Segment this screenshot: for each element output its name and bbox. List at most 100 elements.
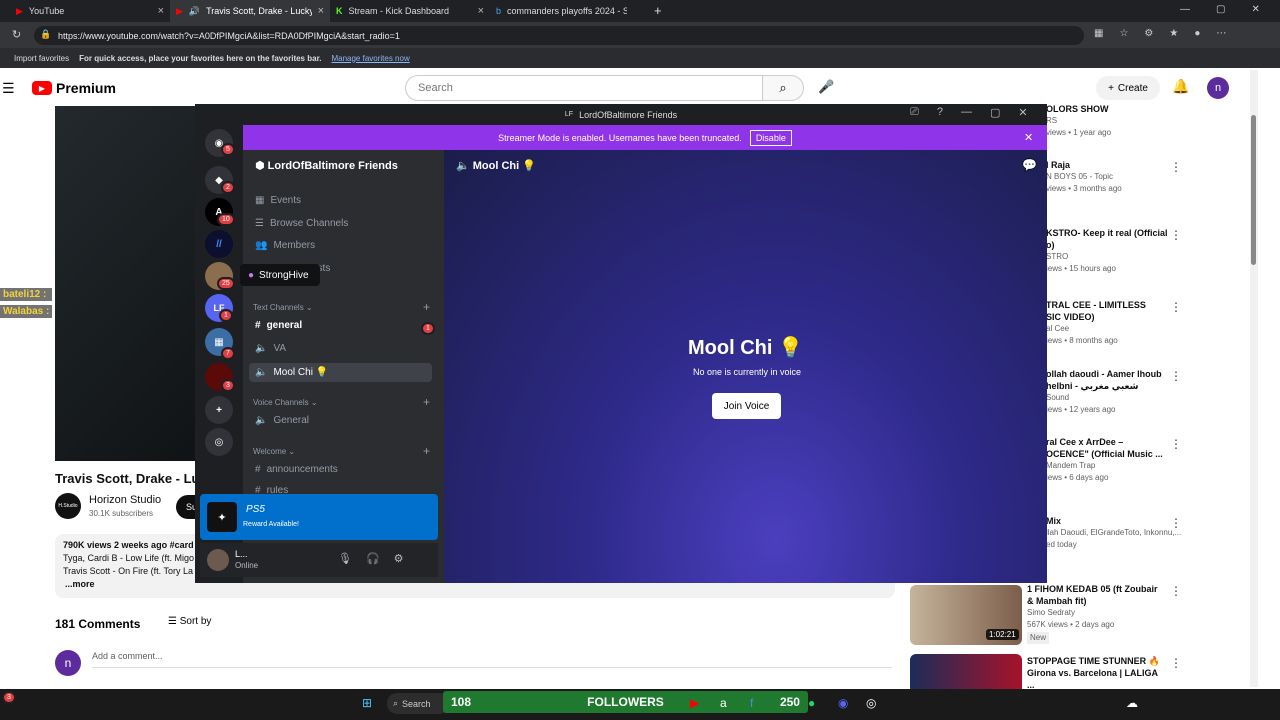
search-button[interactable]: ⌕ bbox=[762, 75, 804, 101]
more-icon[interactable]: ⋯ bbox=[1216, 28, 1226, 39]
headphones-icon[interactable]: 🎧 bbox=[366, 552, 380, 565]
rec-thumbnail[interactable] bbox=[910, 654, 1022, 694]
profile-icon[interactable]: ● bbox=[1194, 28, 1200, 39]
amazon-icon[interactable]: a bbox=[720, 696, 727, 710]
spotify-icon[interactable]: ● bbox=[808, 696, 815, 710]
help-icon[interactable]: ? bbox=[937, 106, 943, 119]
favorites-bar: Import favorites For quick access, place… bbox=[0, 48, 1280, 68]
import-favorites[interactable]: Import favorites bbox=[14, 54, 69, 63]
server-shield-icon: ⬢ bbox=[255, 160, 268, 172]
maximize-icon[interactable]: ▢ bbox=[990, 106, 1000, 119]
join-voice-button[interactable]: Join Voice bbox=[712, 393, 781, 419]
youtube-icon: ▶ bbox=[16, 5, 23, 16]
rec-item[interactable]: ral Cee x ArrDee – OCENCE" (Official Musi… bbox=[1046, 436, 1186, 484]
more-options-icon[interactable]: ⋮ bbox=[1170, 160, 1182, 174]
bing-icon: b bbox=[496, 6, 502, 16]
rec-item[interactable]: 1 FIHOM KEDAB 05 (ft Zoubair & Mambah fit… bbox=[1027, 583, 1167, 644]
close-icon[interactable]: × bbox=[478, 5, 484, 17]
channel-avatar[interactable]: H.Studio bbox=[55, 493, 81, 519]
add-channel-icon[interactable]: + bbox=[423, 395, 430, 409]
more-options-icon[interactable]: ⋮ bbox=[1170, 584, 1182, 598]
sort-by-button[interactable]: ☰ Sort by bbox=[168, 616, 211, 627]
app-icon[interactable]: ◎ bbox=[866, 696, 876, 710]
tab-bing-search[interactable]: b commanders playoffs 2024 - Sea bbox=[490, 0, 650, 22]
refresh-icon[interactable]: ↻ bbox=[12, 28, 21, 41]
notification-badge: 3 bbox=[221, 379, 235, 392]
new-tab-button[interactable]: + bbox=[654, 3, 662, 18]
hamburger-menu-icon[interactable]: ☰ bbox=[2, 80, 15, 97]
server-icon[interactable]: // bbox=[205, 230, 233, 258]
more-options-icon[interactable]: ⋮ bbox=[1170, 656, 1182, 670]
chat-bubble-icon[interactable]: 💬 bbox=[1022, 158, 1037, 172]
star-icon[interactable]: ☆ bbox=[1119, 28, 1128, 39]
category-text-channels[interactable]: Text Channels ⌄ bbox=[253, 303, 313, 312]
minimize-icon[interactable]: — bbox=[961, 106, 972, 119]
rec-item[interactable]: KSTRO- Keep it real (Official o) STRO iews … bbox=[1046, 227, 1186, 275]
more-options-icon[interactable]: ⋮ bbox=[1170, 300, 1182, 314]
add-channel-icon[interactable]: + bbox=[423, 300, 430, 314]
url-input[interactable]: https://www.youtube.com/watch?v=A0DfPIMg… bbox=[34, 26, 1084, 45]
youtube-icon[interactable]: ▶ bbox=[690, 696, 699, 710]
add-server-icon[interactable]: + bbox=[205, 396, 233, 424]
facebook-icon[interactable]: f bbox=[750, 696, 753, 710]
close-icon[interactable]: × bbox=[318, 5, 324, 17]
more-options-icon[interactable]: ⋮ bbox=[1170, 369, 1182, 383]
rec-item[interactable]: TRAL CEE - LIMITLESS SIC VIDEO) al Cee iews… bbox=[1046, 299, 1186, 347]
favorites-icon[interactable]: ★ bbox=[1169, 28, 1178, 39]
close-banner-icon[interactable]: ✕ bbox=[1024, 131, 1033, 144]
channel-announcements[interactable]: # announcements bbox=[255, 464, 338, 475]
close-icon[interactable]: × bbox=[158, 5, 164, 17]
user-avatar[interactable]: n bbox=[1207, 77, 1229, 99]
maximize-icon[interactable]: ▢ bbox=[1216, 4, 1225, 15]
nav-events[interactable]: ▦ Events bbox=[255, 195, 301, 206]
rec-item[interactable]: Mix llah Daoudi, ElGrandeToto, Inkonnu,..… bbox=[1046, 515, 1186, 551]
more-options-icon[interactable]: ⋮ bbox=[1170, 516, 1182, 530]
bell-icon[interactable]: 🔔 bbox=[1172, 78, 1189, 95]
tab-travis-scott[interactable]: ▶ 🔊 Travis Scott, Drake - Lucky Y × bbox=[170, 0, 330, 22]
user-avatar[interactable] bbox=[207, 549, 229, 571]
more-options-icon[interactable]: ⋮ bbox=[1170, 228, 1182, 242]
rec-item[interactable]: l Raja N BOYS 05 - Topic views • 3 months … bbox=[1046, 159, 1186, 195]
nav-browse-channels[interactable]: ☰ Browse Channels bbox=[255, 218, 348, 229]
rec-item[interactable]: STOPPAGE TIME STUNNER 🔥 Girona vs. Barcel… bbox=[1027, 655, 1167, 691]
rec-item[interactable]: ollah daoudi - Aamer lhoub helbni - شعبي … bbox=[1046, 368, 1186, 416]
settings-gear-icon[interactable]: ⚙ bbox=[394, 552, 404, 565]
rec-item[interactable]: OLORS SHOW RS views • 1 year ago bbox=[1046, 103, 1186, 139]
explore-icon[interactable]: ◎ bbox=[205, 428, 233, 456]
mic-icon[interactable]: 🎤 bbox=[818, 79, 834, 95]
minimize-icon[interactable]: — bbox=[1180, 4, 1190, 15]
tab-kick-dashboard[interactable]: K Stream - Kick Dashboard × bbox=[330, 0, 490, 22]
followers-current: 108 bbox=[451, 695, 472, 709]
channel-va[interactable]: 🔈 VA bbox=[255, 343, 286, 354]
channel-general-voice[interactable]: 🔈 General bbox=[255, 415, 309, 426]
server-name[interactable]: ⬢ LordOfBaltimore Friends⌄ bbox=[255, 159, 457, 172]
windows-start-icon[interactable]: ⊞ bbox=[362, 696, 372, 710]
close-icon[interactable]: ✕ bbox=[1018, 106, 1027, 119]
create-button[interactable]: + Create bbox=[1096, 76, 1160, 100]
extensions-icon[interactable]: ⚙ bbox=[1144, 28, 1153, 39]
close-window-icon[interactable]: ✕ bbox=[1251, 4, 1259, 15]
category-voice-channels[interactable]: Voice Channels ⌄ bbox=[253, 398, 318, 407]
disable-button[interactable]: Disable bbox=[749, 129, 792, 146]
add-comment-input[interactable]: Add a comment... bbox=[92, 651, 892, 668]
search-input[interactable]: Search bbox=[405, 75, 763, 101]
manage-favorites-link[interactable]: Manage favorites now bbox=[331, 54, 409, 63]
channel-general[interactable]: # general bbox=[255, 320, 302, 331]
inbox-icon[interactable]: ⎚ bbox=[910, 106, 919, 119]
channel-mool-chi[interactable]: 🔈 Mool Chi 💡 bbox=[249, 363, 432, 382]
taskbar-search[interactable]: ⌕ Search bbox=[387, 693, 449, 714]
microphone-icon[interactable]: 🎙 bbox=[338, 552, 352, 565]
more-options-icon[interactable]: ⋮ bbox=[1170, 437, 1182, 451]
discord-icon[interactable]: ◉ bbox=[838, 696, 848, 710]
channel-name[interactable]: Horizon Studio bbox=[89, 494, 161, 506]
tab-youtube[interactable]: ▶ YouTube × bbox=[10, 0, 170, 22]
add-channel-icon[interactable]: + bbox=[423, 444, 430, 458]
notification-badge: 2 bbox=[221, 181, 235, 194]
channel-rules[interactable]: # rules bbox=[255, 486, 288, 494]
app-icon[interactable]: ▦ bbox=[1094, 28, 1103, 39]
category-welcome[interactable]: Welcome ⌄ bbox=[253, 447, 295, 456]
scrollbar-thumb[interactable] bbox=[1251, 115, 1256, 265]
unread-badge: 1 bbox=[421, 322, 435, 335]
youtube-logo[interactable]: ▶ Premium bbox=[32, 80, 116, 96]
nav-members[interactable]: 👥 Members bbox=[255, 240, 315, 251]
